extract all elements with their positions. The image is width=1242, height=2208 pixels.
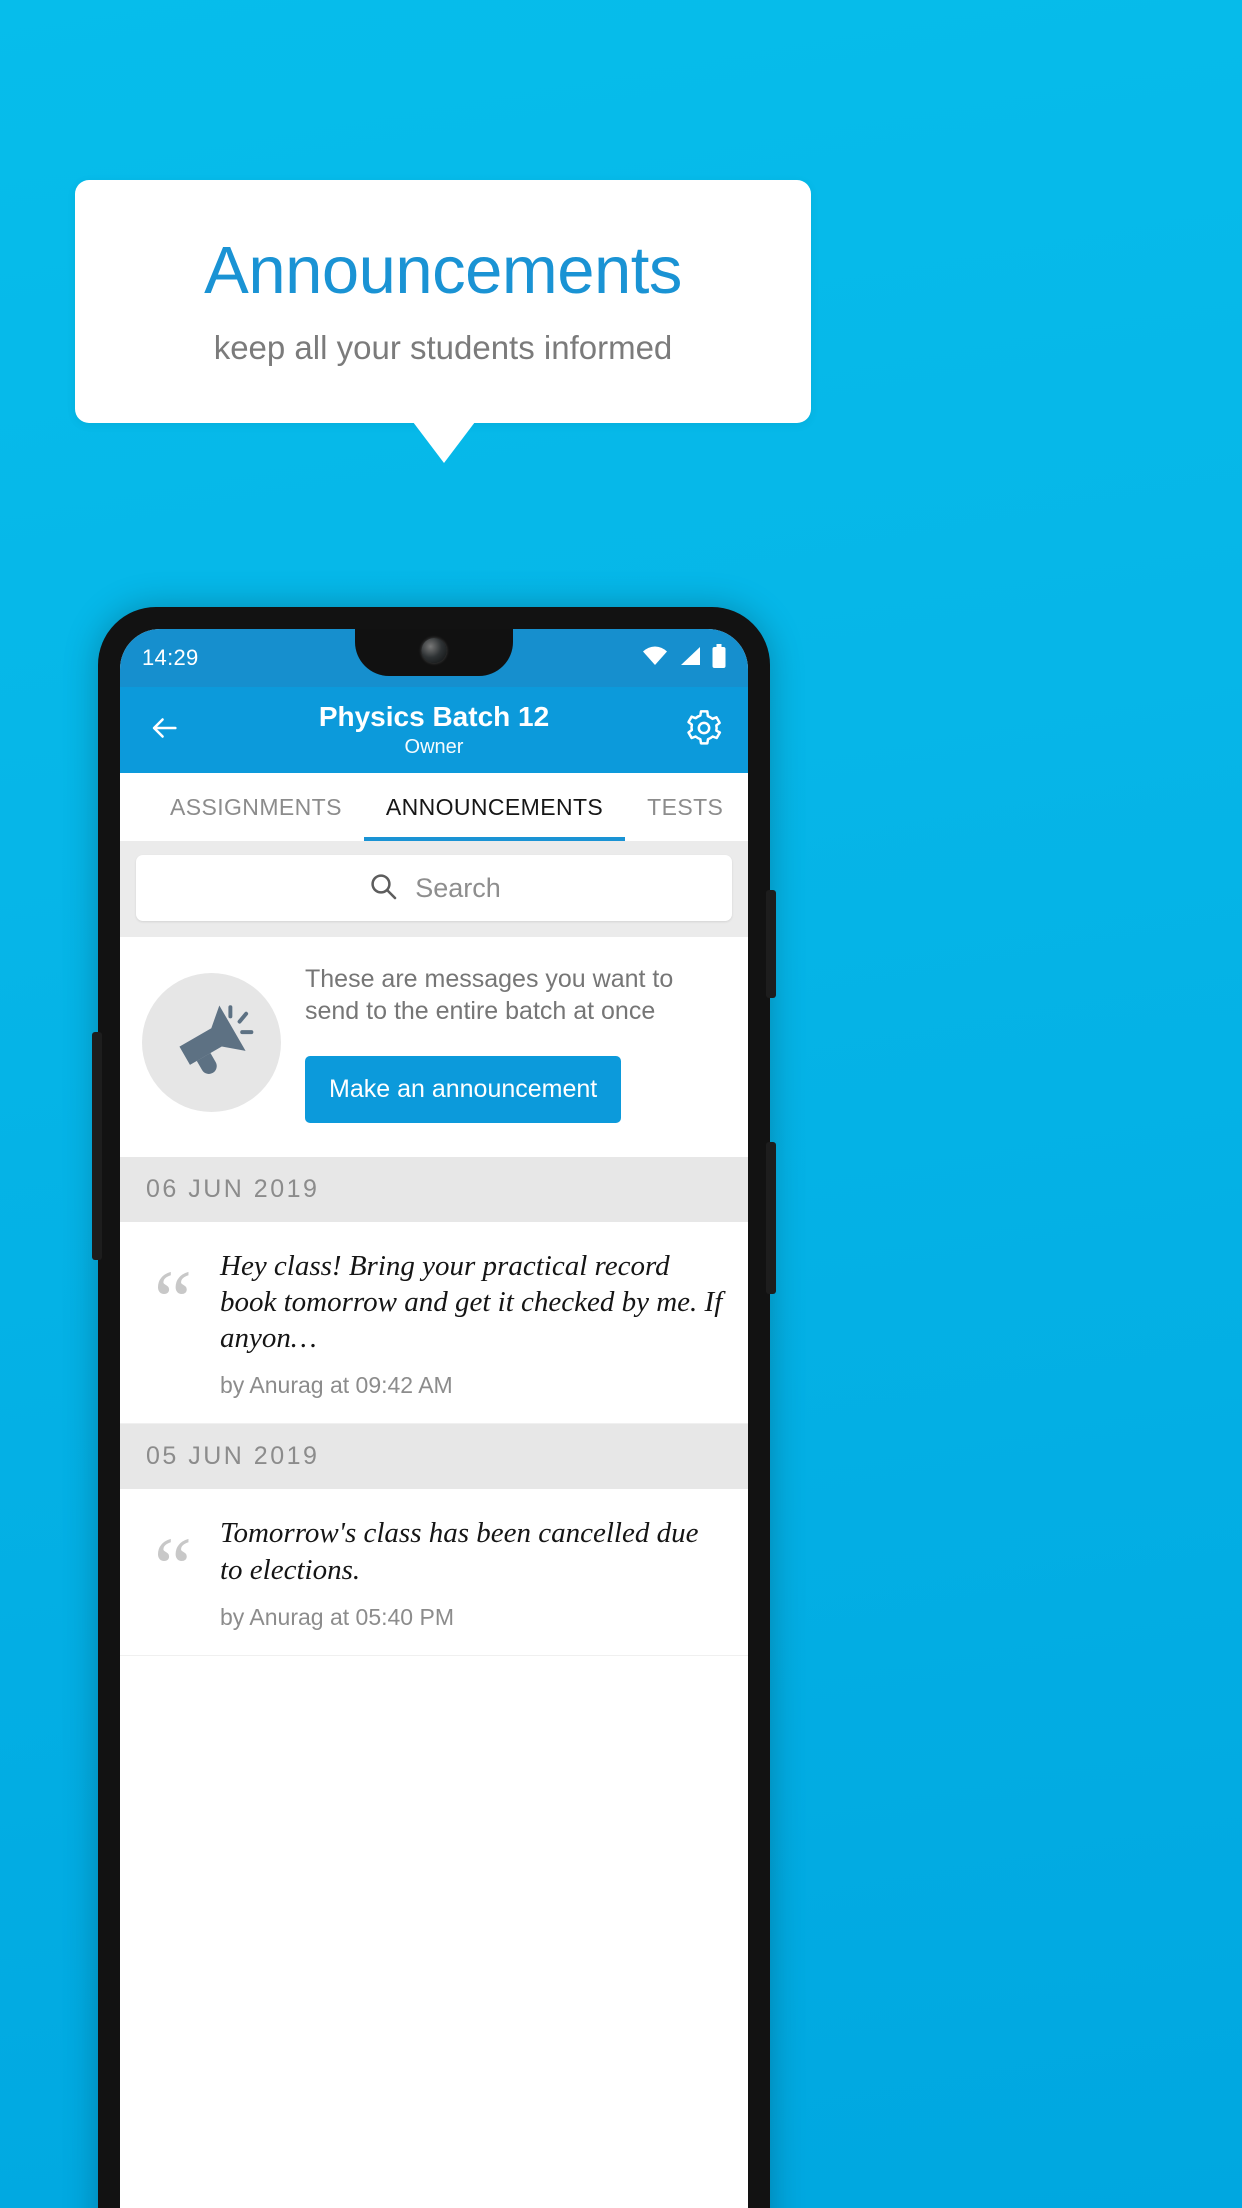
tab-assignments[interactable]: ASSIGNMENTS <box>148 773 364 841</box>
date-header: 06 JUN 2019 <box>120 1156 748 1222</box>
megaphone-icon-wrap <box>142 973 281 1113</box>
display-notch <box>355 629 513 676</box>
announcement-intro-text: These are messages you want to send to t… <box>305 965 674 1026</box>
status-clock: 14:29 <box>142 645 199 670</box>
tab-overflow[interactable]: ‹ <box>745 773 748 841</box>
tab-tests[interactable]: TESTS <box>625 773 745 841</box>
search-icon <box>367 870 399 907</box>
volume-button <box>766 1142 776 1294</box>
promo-screenshot: Announcements keep all your students inf… <box>0 0 1242 2208</box>
phone-screen: 14:29 Physics Batch 12 Owner ASSIGNMENTS… <box>120 629 748 2208</box>
make-announcement-button[interactable]: Make an announcement <box>305 1055 622 1123</box>
search-section: Search <box>120 841 748 937</box>
back-button[interactable] <box>140 706 188 754</box>
announcement-text: Tomorrow's class has been cancelled due … <box>220 1517 699 1586</box>
back-arrow-icon <box>147 711 181 750</box>
search-input[interactable]: Search <box>136 855 732 921</box>
phone-device: 14:29 Physics Batch 12 Owner ASSIGNMENTS… <box>92 607 776 2208</box>
phone-bezel: 14:29 Physics Batch 12 Owner ASSIGNMENTS… <box>120 629 748 2208</box>
gear-icon <box>684 708 724 753</box>
promo-callout-card: Announcements keep all your students inf… <box>75 180 811 423</box>
tab-announcements[interactable]: ANNOUNCEMENTS <box>363 773 626 841</box>
power-button <box>766 890 776 998</box>
front-camera <box>421 638 447 663</box>
announcement-list-item[interactable]: “ Tomorrow's class has been cancelled du… <box>120 1489 748 1656</box>
announcement-list-item[interactable]: “ Hey class! Bring your practical record… <box>120 1221 748 1425</box>
status-icon-group <box>642 643 726 673</box>
wifi-icon <box>642 646 668 671</box>
page-title: Announcements <box>204 233 682 309</box>
app-bar: Physics Batch 12 Owner <box>120 687 748 773</box>
announcement-text: Hey class! Bring your practical record b… <box>220 1249 723 1355</box>
batch-role: Owner <box>404 735 464 758</box>
announcement-intro-body: These are messages you want to send to t… <box>305 963 726 1123</box>
date-header: 05 JUN 2019 <box>120 1424 748 1490</box>
announcement-intro-card: These are messages you want to send to t… <box>120 937 748 1157</box>
search-placeholder: Search <box>415 872 501 903</box>
settings-button[interactable] <box>680 706 728 754</box>
battery-icon <box>712 643 726 673</box>
announcement-body: Tomorrow's class has been cancelled due … <box>220 1515 726 1631</box>
quote-icon: “ <box>153 1251 193 1348</box>
page-subtitle: keep all your students informed <box>213 328 673 366</box>
status-bar: 14:29 <box>120 629 748 687</box>
callout-tail <box>413 422 475 463</box>
signal-icon <box>679 646 701 671</box>
tab-bar[interactable]: ASSIGNMENTS ANNOUNCEMENTS TESTS ‹ <box>120 773 748 841</box>
app-bar-titles: Physics Batch 12 Owner <box>188 701 680 758</box>
side-button-left <box>92 1032 102 1260</box>
megaphone-icon <box>170 998 254 1087</box>
announcement-meta: by Anurag at 05:40 PM <box>220 1603 454 1630</box>
announcement-meta: by Anurag at 09:42 AM <box>220 1372 453 1399</box>
batch-title: Physics Batch 12 <box>318 701 550 733</box>
quote-icon: “ <box>153 1519 193 1616</box>
announcement-body: Hey class! Bring your practical record b… <box>220 1248 726 1400</box>
